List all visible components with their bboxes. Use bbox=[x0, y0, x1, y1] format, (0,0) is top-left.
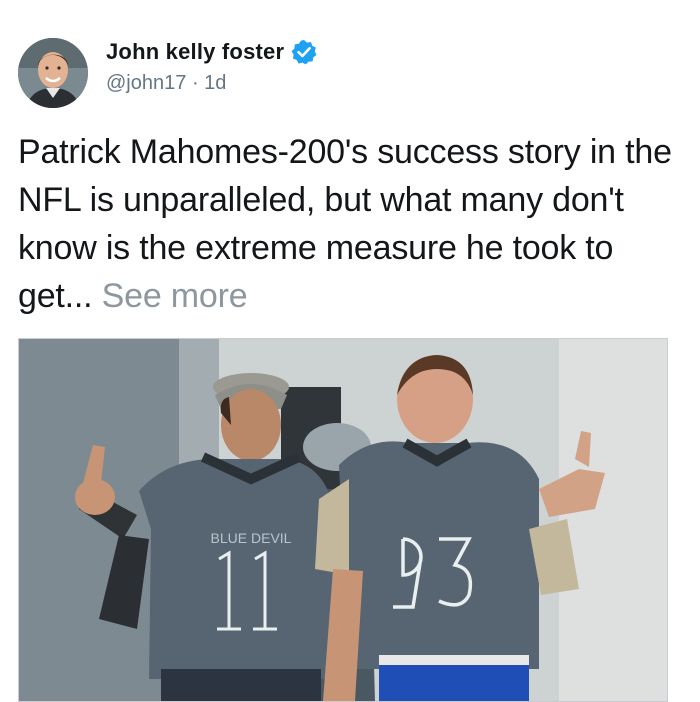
tweet-photo[interactable]: BLUE DEVIL bbox=[18, 338, 668, 702]
tweet-time[interactable]: 1d bbox=[204, 72, 226, 94]
author-meta-row: @john17 · 1d bbox=[106, 72, 226, 95]
jersey-left-lettering: BLUE DEVIL bbox=[211, 530, 292, 546]
author-name-row: John kelly foster bbox=[106, 36, 317, 68]
verified-badge-icon bbox=[291, 39, 317, 65]
avatar[interactable] bbox=[18, 38, 88, 108]
tweet-card: John kelly foster @john17 · 1d Patrick M… bbox=[0, 0, 700, 702]
two-football-players-photo-icon: BLUE DEVIL bbox=[19, 339, 667, 701]
author-handle[interactable]: @john17 bbox=[106, 72, 186, 94]
avatar-photo-icon bbox=[18, 38, 88, 108]
author-display-name[interactable]: John kelly foster bbox=[106, 39, 284, 65]
see-more-link[interactable]: See more bbox=[102, 277, 248, 315]
meta-separator: · bbox=[191, 72, 205, 94]
tweet-text: Patrick Mahomes-200's success story in t… bbox=[18, 128, 688, 320]
